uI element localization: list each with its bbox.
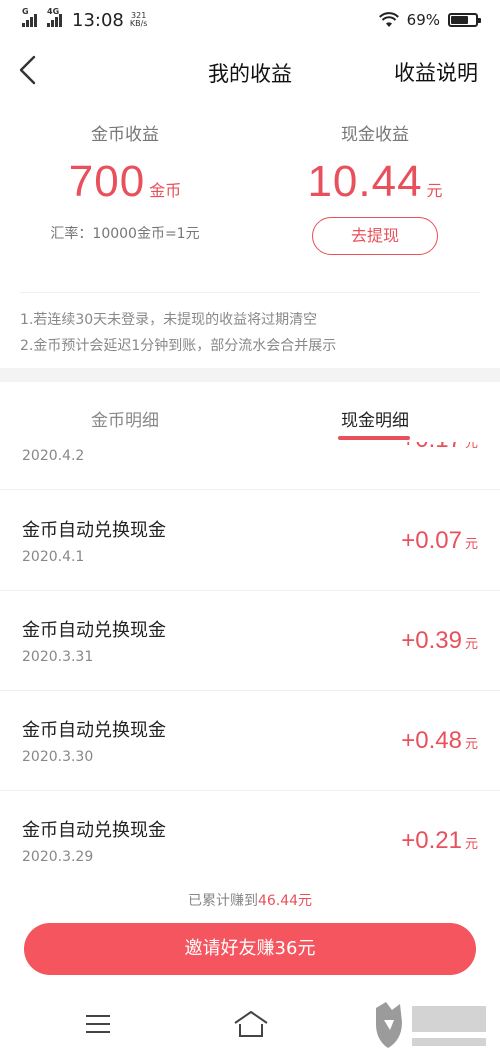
black-cat-watermark-logo <box>376 1002 486 1048</box>
record-title: 金币自动兑换现金 <box>22 520 166 541</box>
header: 我的收益 收益说明 <box>0 40 500 100</box>
record-date: 2020.4.1 <box>22 549 85 565</box>
back-arrow-icon[interactable] <box>14 54 42 86</box>
signal-icon-sim2: 4G <box>47 7 62 27</box>
detail-tabs: 金币明细 现金明细 <box>0 382 500 442</box>
wifi-icon <box>378 12 399 27</box>
note-line: 2.金币预计会延迟1分钟到账，部分流水会合并展示 <box>20 338 337 354</box>
record-date: 2020.4.2 <box>22 448 85 464</box>
speed-unit: KB/s <box>129 19 148 28</box>
total-earned-label: 已累计赚到 <box>187 893 258 909</box>
record-date: 2020.3.30 <box>22 749 94 765</box>
menu-icon[interactable] <box>86 1013 110 1035</box>
earnings-info-link[interactable]: 收益说明 <box>394 57 478 87</box>
invite-friends-button[interactable]: 邀请好友赚36元 <box>24 923 476 975</box>
exchange-rate: 汇率：10000金币=1元 <box>50 226 200 242</box>
total-earned-value: 46.44元 <box>257 893 313 909</box>
record-amount-unit: 元 <box>464 637 478 652</box>
record-amount: +0.17元 <box>401 442 478 454</box>
record-date: 2020.3.29 <box>22 849 94 865</box>
record-amount-value: +0.21 <box>401 827 462 854</box>
list-item[interactable]: 金币自动兑换现金 2020.3.31 +0.39 元 <box>0 591 500 691</box>
cash-amount-value: 10.44 <box>307 157 423 206</box>
record-date: 2020.3.31 <box>22 649 94 665</box>
record-title: 金币自动兑换现金 <box>22 720 166 741</box>
clock: 13:08 <box>72 9 124 31</box>
tab-cash-details[interactable]: 现金明细 <box>250 406 500 431</box>
cash-earnings: 现金收益 10.44 元 去提现 <box>250 120 500 255</box>
coin-earnings-label: 金币收益 <box>91 125 159 145</box>
record-amount-unit: 元 <box>464 537 478 552</box>
cash-amount: 10.44 元 <box>250 157 500 207</box>
signal-icon-sim1: G <box>22 7 37 27</box>
record-title: 金币自动兑换现金 <box>22 620 166 641</box>
sim1-label: G <box>22 7 29 16</box>
tab-coin-details[interactable]: 金币明细 <box>0 406 250 431</box>
status-left: G 4G 13:08 321 KB/s <box>22 7 148 31</box>
cash-amount-unit: 元 <box>426 181 443 200</box>
record-amount: +0.21 元 <box>401 827 478 855</box>
notes: 1.若连续30天未登录，未提现的收益将过期清空 2.金币预计会延迟1分钟到账，部… <box>20 292 480 359</box>
list-item[interactable]: 金币自动兑换现金 2020.3.30 +0.48 元 <box>0 691 500 791</box>
withdraw-button[interactable]: 去提现 <box>312 217 438 255</box>
home-icon[interactable] <box>232 1009 270 1039</box>
coin-amount-unit: 金币 <box>149 181 182 200</box>
list-item[interactable]: 2020.4.2 +0.17元 <box>0 442 500 490</box>
record-amount-unit: 元 <box>464 737 478 752</box>
network-speed: 321 KB/s <box>130 12 148 28</box>
record-amount-value: +0.07 <box>401 527 462 554</box>
cash-earnings-label: 现金收益 <box>341 125 409 145</box>
record-amount-unit: 元 <box>464 442 478 451</box>
record-amount: +0.39 元 <box>401 627 478 655</box>
list-item[interactable]: 金币自动兑换现金 2020.4.1 +0.07 元 <box>0 491 500 591</box>
record-amount-unit: 元 <box>464 837 478 852</box>
list-item[interactable]: 金币自动兑换现金 2020.3.29 +0.21 元 <box>0 791 500 874</box>
active-tab-indicator <box>338 436 410 440</box>
section-divider <box>0 368 500 382</box>
earnings-summary: 金币收益 700 金币 汇率：10000金币=1元 现金收益 10.44 元 去提现 <box>0 120 500 290</box>
note-line: 1.若连续30天未登录，未提现的收益将过期清空 <box>20 312 318 328</box>
sim2-label: 4G <box>47 7 60 16</box>
status-bar: G 4G 13:08 321 KB/s 69% <box>0 0 500 40</box>
battery-percent: 69% <box>406 11 440 29</box>
record-amount: +0.48 元 <box>401 727 478 755</box>
record-amount-value: +0.39 <box>401 627 462 654</box>
battery-icon <box>448 13 481 27</box>
cash-record-list[interactable]: 2020.4.2 +0.17元 金币自动兑换现金 2020.4.1 +0.07元… <box>0 442 500 874</box>
record-title: 金币自动兑换现金 <box>22 820 166 841</box>
coin-earnings: 金币收益 700 金币 汇率：10000金币=1元 <box>0 120 250 243</box>
record-amount-value: +0.48 <box>401 727 462 754</box>
status-right: 69% <box>378 11 481 29</box>
coin-amount-value: 700 <box>68 157 146 206</box>
record-amount-value: +0.17 <box>401 442 462 453</box>
total-earned: 已累计赚到46.44元 <box>0 890 500 910</box>
coin-amount: 700 金币 <box>0 157 250 207</box>
record-amount: +0.07 元 <box>401 527 478 555</box>
